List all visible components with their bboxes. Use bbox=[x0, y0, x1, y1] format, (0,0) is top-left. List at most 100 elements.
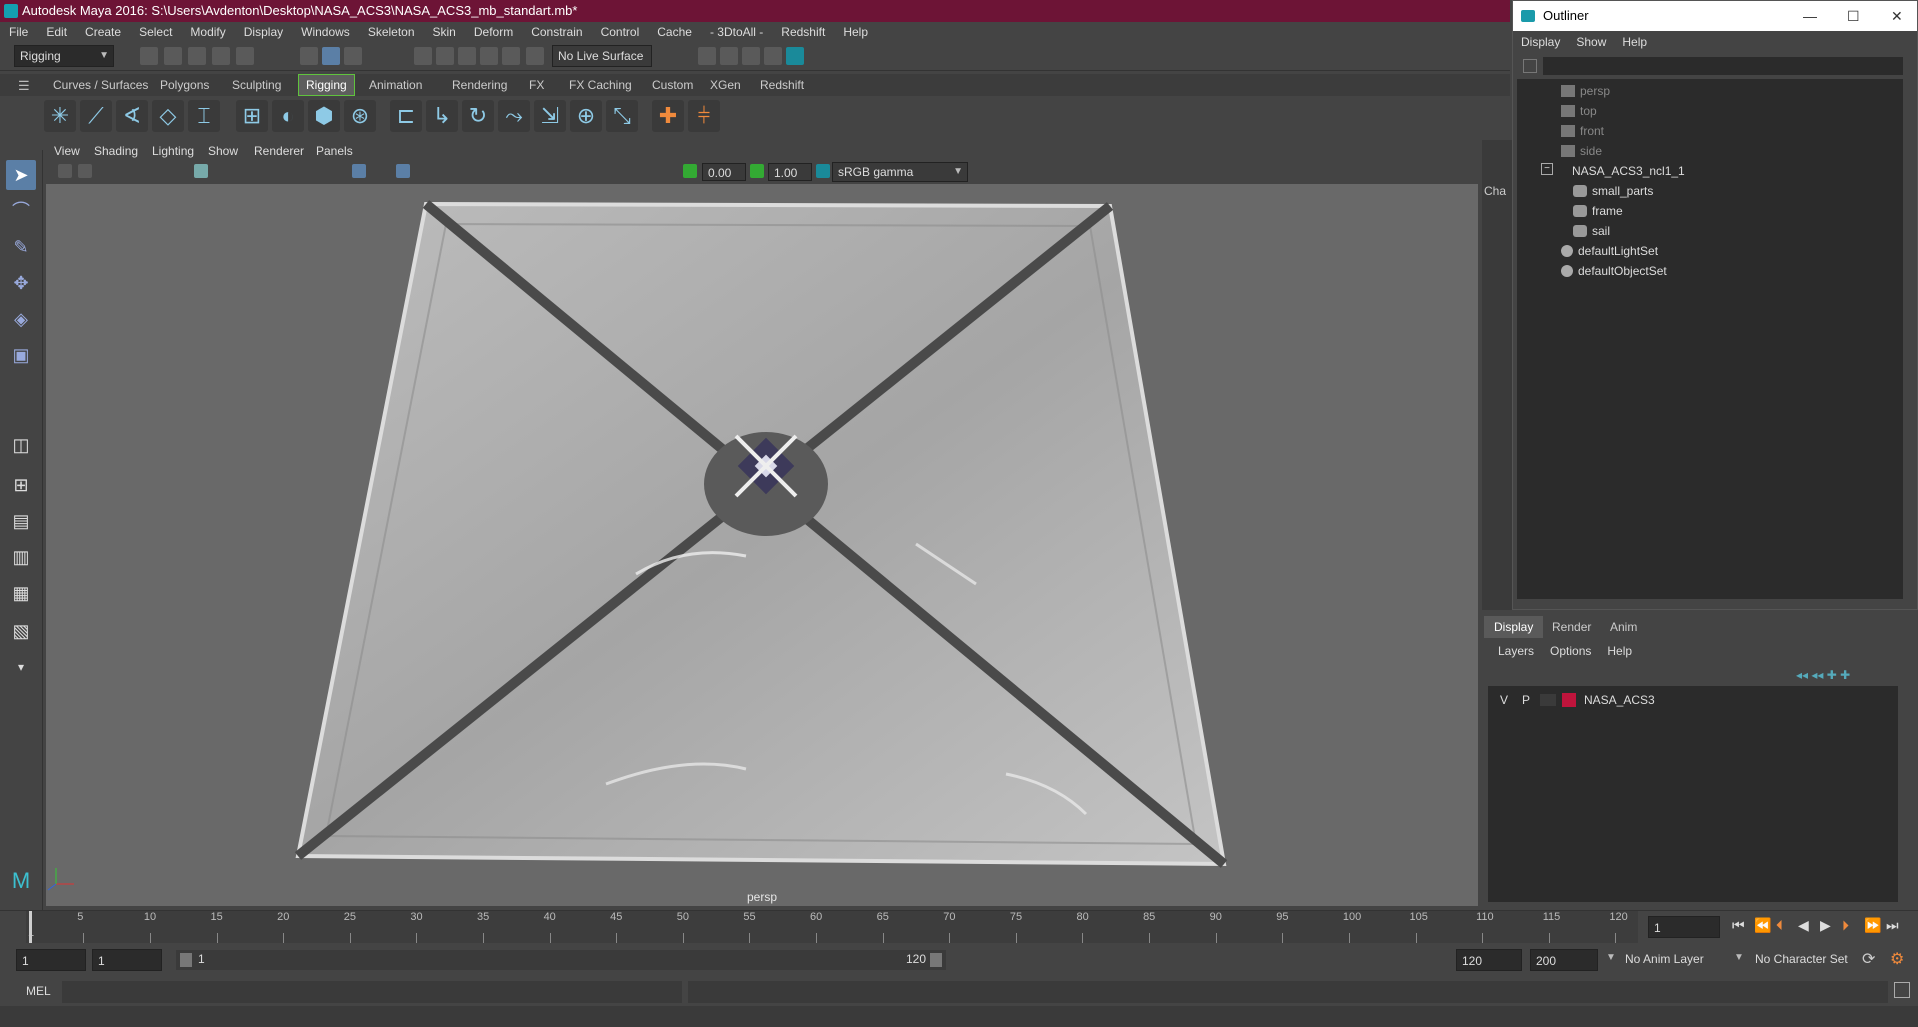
step-back-key-icon[interactable]: ⏴ bbox=[1776, 917, 1783, 934]
script-language-label[interactable]: MEL bbox=[26, 984, 51, 998]
hypershade-icon[interactable] bbox=[786, 47, 804, 65]
spacecraft-bus[interactable] bbox=[734, 434, 798, 498]
snap-point-icon[interactable] bbox=[458, 47, 476, 65]
menu-constrain[interactable]: Constrain bbox=[522, 25, 591, 39]
gamma-field[interactable]: 1.00 bbox=[768, 163, 812, 181]
layer-move-icons[interactable]: ◂◂ ◂◂ ✚ ✚ bbox=[1796, 668, 1850, 682]
play-forward-icon[interactable]: ▶ bbox=[1820, 917, 1831, 934]
shelf-tab-rendering[interactable]: Rendering bbox=[445, 74, 514, 96]
collapse-toggle-icon[interactable]: − bbox=[1541, 163, 1553, 175]
menu-file[interactable]: File bbox=[0, 25, 37, 39]
select-hierarchy-icon[interactable] bbox=[300, 47, 318, 65]
bind-skin-icon[interactable]: ⊞ bbox=[236, 100, 268, 132]
camera-attributes-icon[interactable] bbox=[78, 164, 92, 178]
viewport-menu-lighting[interactable]: Lighting bbox=[152, 144, 194, 158]
script-layout-icon[interactable]: ▧ bbox=[6, 616, 36, 646]
shelf-menu-icon[interactable]: ☰ bbox=[18, 78, 30, 94]
point-constraint-icon[interactable]: ↳ bbox=[426, 100, 458, 132]
color-management-icon[interactable] bbox=[816, 164, 830, 178]
command-input[interactable] bbox=[62, 981, 682, 1003]
layer-display-type[interactable] bbox=[1540, 694, 1556, 706]
current-time-marker[interactable] bbox=[29, 911, 32, 943]
auto-key-icon[interactable]: ⟳ bbox=[1862, 949, 1875, 969]
humanik-icon[interactable]: ⌶ bbox=[188, 100, 220, 132]
lattice-icon[interactable]: ⬢ bbox=[308, 100, 340, 132]
outliner-menu-help[interactable]: Help bbox=[1614, 35, 1655, 49]
shelf-tab-sculpting[interactable]: Sculpting bbox=[225, 74, 288, 96]
undo-icon[interactable] bbox=[212, 47, 230, 65]
snap-surface-icon[interactable] bbox=[502, 47, 520, 65]
layer-tab-render[interactable]: Render bbox=[1542, 616, 1601, 638]
range-start-handle[interactable] bbox=[180, 953, 192, 967]
open-scene-icon[interactable] bbox=[164, 47, 182, 65]
menu-redshift[interactable]: Redshift bbox=[772, 25, 834, 39]
shelf-tab-redshift[interactable]: Redshift bbox=[753, 74, 811, 96]
outliner-menu-display[interactable]: Display bbox=[1513, 35, 1568, 49]
smooth-bind-icon[interactable]: ◐ bbox=[272, 100, 304, 132]
outliner-item[interactable]: front bbox=[1561, 121, 1604, 141]
make-live-icon[interactable] bbox=[526, 47, 544, 65]
layer-playback-toggle[interactable]: P bbox=[1518, 690, 1534, 710]
snap-curve-icon[interactable] bbox=[436, 47, 454, 65]
preferences-icon[interactable]: ⚙ bbox=[1890, 949, 1904, 969]
aim-constraint-icon[interactable]: ⤳ bbox=[498, 100, 530, 132]
viewport-menu-panels[interactable]: Panels bbox=[316, 144, 353, 158]
layer-row[interactable]: V P NASA_ACS3 bbox=[1488, 690, 1888, 710]
outliner-item[interactable]: side bbox=[1561, 141, 1602, 161]
current-frame-field[interactable]: 1 bbox=[1648, 916, 1720, 938]
time-slider-track[interactable]: 1510152025303540455055606570758085909510… bbox=[26, 911, 1638, 943]
shelf-tab-animation[interactable]: Animation bbox=[362, 74, 429, 96]
exposure-field[interactable]: 0.00 bbox=[702, 163, 746, 181]
outliner-item[interactable]: persp bbox=[1561, 81, 1610, 101]
step-forward-icon[interactable]: ⏩ bbox=[1864, 917, 1881, 934]
filter-icon[interactable] bbox=[1523, 59, 1537, 73]
outliner-search-input[interactable] bbox=[1543, 57, 1903, 75]
locator-icon[interactable]: ✚ bbox=[652, 100, 684, 132]
lasso-tool-icon[interactable]: ⌒ bbox=[6, 196, 36, 226]
redo-icon[interactable] bbox=[236, 47, 254, 65]
playback-end-field[interactable]: 120 bbox=[1456, 949, 1522, 971]
character-set-dropdown[interactable]: No Character Set bbox=[1750, 949, 1868, 971]
gamma-icon[interactable] bbox=[750, 164, 764, 178]
menu-windows[interactable]: Windows bbox=[292, 25, 359, 39]
outliner-item[interactable]: defaultLightSet bbox=[1561, 241, 1658, 261]
color-space-dropdown[interactable]: sRGB gamma ▼ bbox=[832, 162, 968, 182]
layer-visibility-toggle[interactable]: V bbox=[1496, 690, 1512, 710]
viewport-menu-renderer[interactable]: Renderer bbox=[254, 144, 304, 158]
play-backward-icon[interactable]: ◀ bbox=[1798, 917, 1809, 934]
script-editor-icon[interactable] bbox=[1894, 982, 1910, 998]
menu-skin[interactable]: Skin bbox=[424, 25, 465, 39]
smooth-shade-icon[interactable] bbox=[352, 164, 366, 178]
paint-select-icon[interactable]: ✎ bbox=[6, 232, 36, 262]
layout-options-icon[interactable]: ▾ bbox=[6, 652, 36, 682]
menu-skeleton[interactable]: Skeleton bbox=[359, 25, 424, 39]
save-scene-icon[interactable] bbox=[188, 47, 206, 65]
playback-start-field[interactable]: 1 bbox=[92, 949, 162, 971]
outliner-item[interactable]: frame bbox=[1573, 201, 1623, 221]
viewport-menu-show[interactable]: Show bbox=[208, 144, 238, 158]
layer-color-swatch[interactable] bbox=[1562, 693, 1576, 707]
menu-display[interactable]: Display bbox=[235, 25, 292, 39]
ik-spline-icon[interactable]: ∢ bbox=[116, 100, 148, 132]
range-end-handle[interactable] bbox=[930, 953, 942, 967]
new-scene-icon[interactable] bbox=[140, 47, 158, 65]
insert-joint-icon[interactable]: ◇ bbox=[152, 100, 184, 132]
rotate-tool-icon[interactable]: ◈ bbox=[6, 304, 36, 334]
outliner-layout-icon[interactable]: ▤ bbox=[6, 506, 36, 536]
go-to-end-icon[interactable]: ⏭ bbox=[1886, 917, 1899, 934]
four-view-layout-icon[interactable]: ⊞ bbox=[6, 470, 36, 500]
maximize-icon[interactable]: ☐ bbox=[1847, 1, 1860, 31]
grid-toggle-icon[interactable] bbox=[194, 164, 208, 178]
cluster-icon[interactable]: ⊛ bbox=[344, 100, 376, 132]
shelf-tab-polygons[interactable]: Polygons bbox=[153, 74, 216, 96]
ipr-render-icon[interactable] bbox=[742, 47, 760, 65]
layer-menu-help[interactable]: Help bbox=[1599, 644, 1640, 664]
outliner-item[interactable]: top bbox=[1561, 101, 1597, 121]
menu-modify[interactable]: Modify bbox=[181, 25, 234, 39]
menu-set-dropdown[interactable]: Rigging ▼ bbox=[14, 45, 114, 67]
single-perspective-layout-icon[interactable]: ◫ bbox=[6, 430, 36, 460]
shelf-tab-fx[interactable]: FX bbox=[522, 74, 551, 96]
render-frame-icon[interactable] bbox=[720, 47, 738, 65]
layer-menu-options[interactable]: Options bbox=[1542, 644, 1599, 664]
parent-constraint-icon[interactable]: ⊏ bbox=[390, 100, 422, 132]
